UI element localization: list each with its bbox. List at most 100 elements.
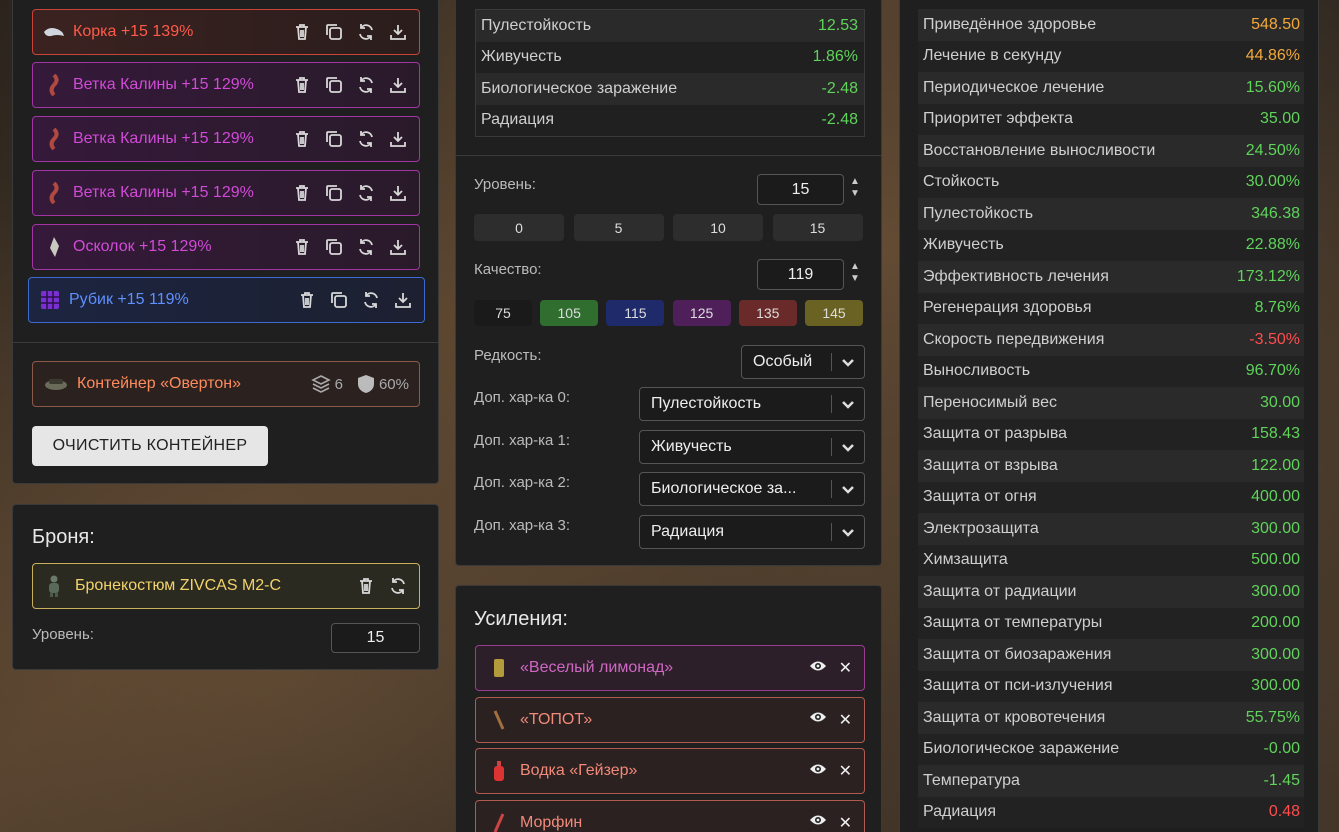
extra-stat-select[interactable]: Живучесть [639, 429, 865, 464]
close-icon[interactable]: ✕ [839, 710, 852, 730]
eye-icon[interactable] [809, 762, 827, 781]
shard-artifact-icon [43, 236, 65, 258]
swap-icon[interactable] [360, 289, 382, 311]
copy-icon[interactable] [323, 236, 345, 258]
eye-icon[interactable] [809, 710, 827, 729]
chevron-down-icon[interactable]: ▼ [848, 188, 862, 200]
boost-name: «ТОПОТ» [520, 710, 593, 728]
quality-preset-button[interactable]: 115 [606, 300, 665, 326]
total-stats-panel: Приведённое здоровье 548.50 Лечение в секу… [899, 0, 1319, 832]
level-preset-button[interactable]: 10 [673, 214, 763, 241]
quality-input[interactable]: 119 [757, 259, 844, 290]
total-stat-name: Эффективность лечения [923, 267, 1109, 285]
artifact-row[interactable]: Рубик +15 119% [28, 277, 425, 323]
download-icon[interactable] [392, 289, 414, 311]
download-icon[interactable] [387, 182, 409, 204]
extra-stat-select[interactable]: Радиация [639, 514, 865, 549]
extra-stat-select[interactable]: Пулестойкость [639, 387, 865, 421]
artifact-row[interactable]: Ветка Калины +15 129% [32, 170, 420, 216]
total-stat-name: Защита от кровотечения [923, 708, 1106, 726]
total-stat-row: Электрозащита 300.00 [918, 513, 1304, 545]
clear-container-button[interactable]: ОЧИСТИТЬ КОНТЕЙНЕР [32, 426, 268, 466]
boost-row[interactable]: Морфин ✕ [475, 799, 865, 832]
divider [456, 155, 881, 156]
close-icon[interactable]: ✕ [839, 813, 852, 832]
armor-row[interactable]: Бронекостюм ZIVCAS M2-C [32, 563, 420, 609]
container-protection: 60% [357, 374, 409, 394]
quality-preset-button[interactable]: 105 [540, 300, 599, 326]
stomp-stick-icon [488, 709, 510, 731]
artifact-row[interactable]: Осколок +15 129% [32, 224, 420, 270]
armor-level-input[interactable]: 15 [331, 623, 420, 653]
delete-icon[interactable] [291, 182, 313, 204]
quality-preset-button[interactable]: 125 [672, 300, 731, 326]
total-stat-name: Радиация [923, 803, 996, 821]
swap-icon[interactable] [355, 128, 377, 150]
eye-icon[interactable] [809, 659, 827, 678]
quality-label: Качество: [474, 261, 542, 278]
extra-stat-select[interactable]: Биологическое за... [639, 472, 865, 506]
artifact-row[interactable]: Ветка Калины +15 129% [32, 116, 420, 162]
copy-icon[interactable] [323, 128, 345, 150]
boost-row[interactable]: Водка «Гейзер» ✕ [475, 748, 865, 794]
swap-icon[interactable] [355, 74, 377, 96]
level-input[interactable]: 15 [757, 174, 844, 205]
total-stat-name: Стойкость [923, 173, 1000, 191]
total-stat-row: Защита от пси-излучения 300.00 [918, 670, 1304, 702]
close-icon[interactable]: ✕ [839, 658, 852, 678]
chevron-up-icon[interactable]: ▲ [848, 176, 862, 188]
delete-icon[interactable] [291, 74, 313, 96]
delete-icon[interactable] [291, 21, 313, 43]
container-slots: 6 [310, 374, 343, 394]
chevron-up-icon[interactable]: ▲ [848, 261, 862, 273]
level-preset-button[interactable]: 0 [474, 214, 564, 241]
chevron-down-icon [832, 397, 864, 411]
chevron-down-icon[interactable]: ▼ [848, 273, 862, 285]
swap-icon[interactable] [355, 21, 377, 43]
quality-preset-button[interactable]: 145 [805, 300, 863, 326]
close-icon[interactable]: ✕ [839, 761, 852, 781]
swap-icon[interactable] [355, 182, 377, 204]
delete-icon[interactable] [296, 289, 318, 311]
total-stat-value: 173.12% [1236, 267, 1300, 285]
delete-icon[interactable] [291, 236, 313, 258]
eye-icon[interactable] [809, 813, 827, 832]
artifact-row[interactable]: Ветка Калины +15 129% [32, 62, 420, 108]
swap-icon[interactable] [355, 236, 377, 258]
total-stat-name: Защита от огня [923, 488, 1037, 506]
artifact-name: Ветка Калины +15 129% [73, 184, 254, 201]
delete-armor-icon[interactable] [355, 575, 377, 597]
artifact-name: Ветка Калины +15 129% [73, 130, 254, 147]
copy-icon[interactable] [323, 182, 345, 204]
copy-icon[interactable] [323, 21, 345, 43]
container-protection-value: 60% [378, 375, 409, 393]
total-stat-name: Химзащита [923, 551, 1008, 569]
boost-row[interactable]: «Веселый лимонад» ✕ [475, 645, 865, 691]
download-icon[interactable] [387, 236, 409, 258]
delete-icon[interactable] [291, 128, 313, 150]
quality-preset-button[interactable]: 75 [474, 300, 532, 326]
total-stat-value: 158.43 [1251, 425, 1300, 443]
chevron-down-icon [832, 355, 864, 369]
viburnum-branch-icon [43, 128, 65, 150]
download-icon[interactable] [387, 74, 409, 96]
total-stat-value: 346.38 [1251, 204, 1300, 222]
total-stat-name: Живучесть [923, 236, 1004, 254]
quality-preset-button[interactable]: 135 [738, 300, 797, 326]
rarity-select[interactable]: Особый [741, 345, 865, 379]
level-preset-button[interactable]: 15 [772, 214, 863, 241]
artifact-row[interactable]: Корка +15 139% [32, 9, 420, 55]
download-icon[interactable] [387, 21, 409, 43]
copy-icon[interactable] [323, 74, 345, 96]
copy-icon[interactable] [328, 289, 350, 311]
container-row[interactable]: Контейнер «Овертон» 6 60% [32, 361, 420, 407]
chevron-down-icon [832, 525, 864, 539]
total-stat-value: -1.45 [1263, 771, 1300, 789]
swap-armor-icon[interactable] [387, 575, 409, 597]
quality-stepper[interactable]: ▲ ▼ [848, 261, 862, 285]
level-stepper[interactable]: ▲ ▼ [848, 176, 862, 200]
level-preset-button[interactable]: 5 [573, 214, 664, 241]
download-icon[interactable] [387, 128, 409, 150]
total-stat-name: Температура [923, 771, 1020, 789]
boost-row[interactable]: «ТОПОТ» ✕ [475, 696, 865, 743]
